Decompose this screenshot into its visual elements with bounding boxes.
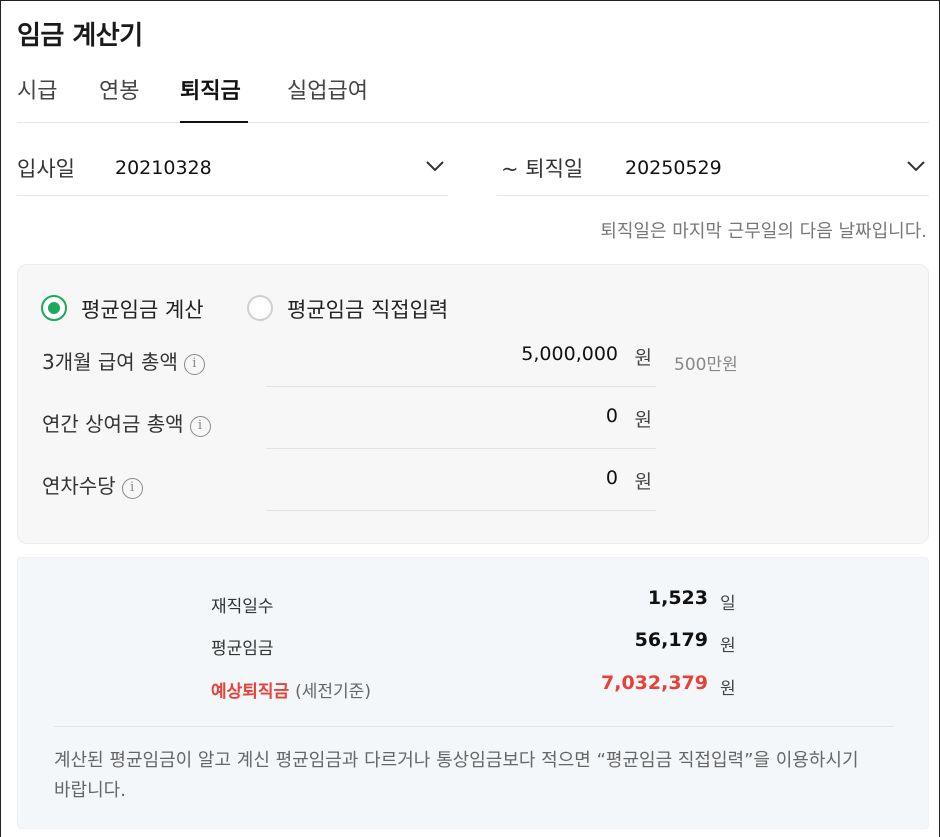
- tab-label: 시급: [17, 79, 58, 104]
- tenure-days-value: 1,523: [647, 587, 708, 609]
- annual-leave-allowance-label: 연차수당 i: [42, 470, 143, 499]
- expected-severance-label: 예상퇴직금 (세전기준): [211, 677, 371, 702]
- end-date-value: 20250529: [625, 157, 722, 179]
- expected-severance-unit: 원: [720, 679, 736, 699]
- result-panel: 재직일수 1,523 일 평균임금 56,179 원 예상퇴직금 (세전기준) …: [17, 557, 929, 829]
- tenure-days-unit: 일: [720, 594, 736, 614]
- annual-bonus-label: 연간 상여금 총액 i: [42, 408, 211, 437]
- tab-label: 실업급여: [287, 79, 368, 104]
- expected-severance-title: 예상퇴직금: [211, 682, 290, 702]
- annual-bonus-input[interactable]: 0 원: [266, 389, 656, 449]
- tab-label: 연봉: [99, 79, 140, 104]
- tab-annual-salary[interactable]: 연봉: [99, 73, 139, 123]
- calculator-frame: 임금 계산기 시급 연봉 퇴직금 실업급여 입사일 20210328 ~ 퇴직일…: [0, 0, 940, 837]
- result-notice: 계산된 평균임금이 알고 계신 평균임금과 다르거나 통상임금보다 적으면 “평…: [54, 750, 859, 801]
- start-date-field[interactable]: 입사일 20210328: [17, 141, 448, 196]
- average-wage-unit: 원: [720, 636, 736, 656]
- expected-severance-note: (세전기준): [295, 682, 371, 702]
- input-value: 0: [605, 405, 618, 427]
- row-label-text: 연차수당: [42, 474, 116, 498]
- input-unit: 원: [634, 471, 652, 493]
- radio-label: 평균임금 직접입력: [287, 298, 449, 322]
- salary-3months-label: 3개월 급여 총액 i: [42, 346, 205, 375]
- wage-input-panel: 평균임금 계산 평균임금 직접입력 3개월 급여 총액 i 5,000,000 원…: [17, 264, 929, 544]
- info-icon[interactable]: i: [183, 354, 205, 375]
- annual-leave-allowance-input[interactable]: 0 원: [266, 451, 656, 511]
- row-label-text: 연간 상여금 총액: [42, 412, 184, 436]
- salary-3months-input[interactable]: 5,000,000 원: [266, 327, 656, 387]
- tenure-days-label: 재직일수: [211, 597, 274, 617]
- chevron-down-icon[interactable]: [424, 155, 446, 177]
- input-unit: 원: [634, 409, 652, 431]
- input-value: 0: [605, 467, 618, 489]
- end-date-label: ~ 퇴직일: [501, 157, 584, 181]
- tab-unemployment[interactable]: 실업급여: [287, 73, 368, 123]
- divider: [54, 726, 894, 727]
- expected-severance-value: 7,032,379: [601, 672, 708, 694]
- radio-checked-icon: [41, 295, 67, 321]
- page-title: 임금 계산기: [17, 21, 143, 51]
- average-wage-label: 평균임금: [211, 639, 274, 659]
- info-icon[interactable]: i: [189, 416, 211, 437]
- start-date-label: 입사일: [17, 157, 75, 181]
- row-label-text: 3개월 급여 총액: [42, 350, 178, 374]
- tab-severance[interactable]: 퇴직금: [180, 73, 248, 123]
- tab-bar: 시급 연봉 퇴직금 실업급여: [17, 71, 929, 123]
- tab-hourly[interactable]: 시급: [17, 73, 57, 123]
- average-wage-value: 56,179: [634, 629, 708, 651]
- end-date-field[interactable]: ~ 퇴직일 20250529: [497, 141, 929, 196]
- input-unit: 원: [634, 347, 652, 369]
- salary-amount-hint: 500만원: [674, 355, 738, 375]
- radio-unchecked-icon: [247, 295, 273, 321]
- info-icon[interactable]: i: [121, 478, 143, 499]
- input-value: 5,000,000: [521, 343, 618, 365]
- chevron-down-icon[interactable]: [905, 155, 927, 177]
- radio-label: 평균임금 계산: [81, 298, 204, 322]
- tab-label: 퇴직금: [180, 79, 241, 104]
- start-date-value: 20210328: [115, 157, 212, 179]
- end-date-hint: 퇴직일은 마지막 근무일의 다음 날짜입니다.: [600, 221, 927, 242]
